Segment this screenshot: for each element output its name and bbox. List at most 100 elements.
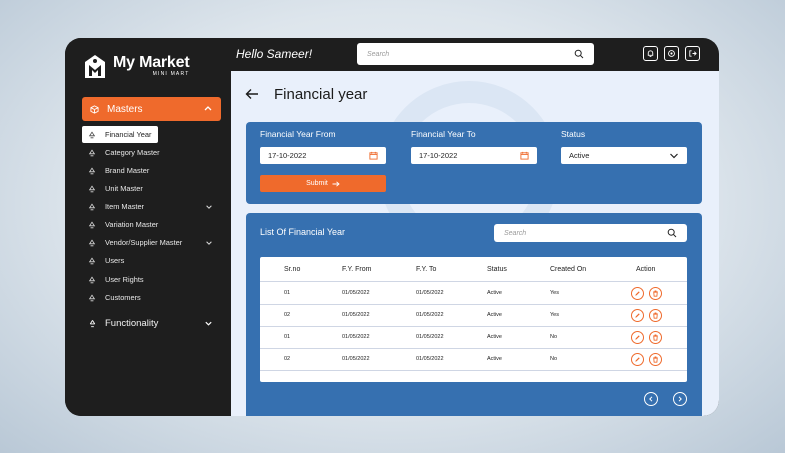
table-row: 02 01/05/2022 01/05/2022 Active No <box>260 349 687 371</box>
prev-page-button[interactable] <box>644 392 658 406</box>
logo-subtitle: MINI MART <box>152 70 190 77</box>
search-icon[interactable] <box>667 228 677 238</box>
trash-icon <box>653 356 658 363</box>
recycle-icon <box>89 319 96 327</box>
recycle-icon <box>88 184 96 192</box>
recycle-icon <box>88 130 96 138</box>
logo-mark-icon <box>81 52 109 80</box>
sidebar-item[interactable]: Unit Master <box>82 180 221 197</box>
logout-icon[interactable] <box>685 46 700 61</box>
table-cell-to: 01/05/2022 <box>416 356 444 362</box>
table-cell-srno: 02 <box>284 356 291 362</box>
list-search-input[interactable]: Search <box>494 224 687 242</box>
table-cell-to: 01/05/2022 <box>416 312 444 318</box>
logo: My Market MINI MART <box>81 52 190 80</box>
table-row: 02 01/05/2022 01/05/2022 Active Yes <box>260 305 687 327</box>
sidebar-item-label: Financial Year <box>105 130 152 139</box>
delete-button[interactable] <box>649 353 662 366</box>
sidebar-item-label: Unit Master <box>105 184 143 193</box>
edit-button[interactable] <box>631 309 644 322</box>
back-arrow-icon[interactable] <box>245 88 259 100</box>
financial-year-list: List Of Financial Year Search Sr.no F.Y.… <box>246 213 702 416</box>
table-cell-from: 01/05/2022 <box>342 312 370 318</box>
sidebar-item-label: Vendor/Supplier Master <box>105 238 183 247</box>
main-content: Financial year Financial Year From 17-10… <box>231 71 719 416</box>
table-cell-srno: 01 <box>284 334 291 340</box>
recycle-icon <box>88 202 96 210</box>
edit-button[interactable] <box>631 331 644 344</box>
next-page-button[interactable] <box>673 392 687 406</box>
sidebar-item[interactable]: User Rights <box>82 271 221 288</box>
table-cell-created: Yes <box>550 312 559 318</box>
submit-label: Submit <box>306 180 328 187</box>
recycle-icon <box>88 275 96 283</box>
sidebar-item-label: Item Master <box>105 202 145 211</box>
sidebar-item[interactable]: Vendor/Supplier Master <box>82 234 221 251</box>
chevron-left-icon <box>649 396 653 402</box>
sidebar-item[interactable]: Brand Master <box>82 162 221 179</box>
table-cell-created: No <box>550 356 558 362</box>
pencil-icon <box>635 357 640 362</box>
delete-button[interactable] <box>649 287 662 300</box>
sidebar-item[interactable]: Item Master <box>82 198 221 215</box>
table-cell-srno: 02 <box>284 312 291 318</box>
sidebar-item-label: Users <box>105 256 125 265</box>
pencil-icon <box>635 313 640 318</box>
box-icon <box>90 104 99 114</box>
table-cell-status: Active <box>487 312 502 318</box>
calendar-icon[interactable] <box>520 151 529 160</box>
trash-icon <box>653 290 658 297</box>
to-label: Financial Year To <box>411 129 476 139</box>
settings-icon[interactable] <box>664 46 679 61</box>
sidebar-item[interactable]: Users <box>82 252 221 269</box>
column-header: Created On <box>550 266 587 273</box>
status-select[interactable]: Active <box>561 147 687 164</box>
financial-year-table: Sr.no F.Y. From F.Y. To Status Created O… <box>260 257 687 382</box>
table-cell-to: 01/05/2022 <box>416 334 444 340</box>
from-date-value: 17-10-2022 <box>268 151 307 160</box>
recycle-icon <box>88 256 96 264</box>
from-date-input[interactable]: 17-10-2022 <box>260 147 386 164</box>
calendar-icon[interactable] <box>369 151 378 160</box>
search-placeholder: Search <box>504 229 527 237</box>
arrow-right-icon <box>332 180 340 187</box>
chevron-right-icon <box>678 396 682 402</box>
table-cell-from: 01/05/2022 <box>342 356 370 362</box>
recycle-icon <box>88 148 96 156</box>
from-label: Financial Year From <box>260 129 336 139</box>
logo-title: My Market <box>113 53 190 71</box>
bell-icon[interactable] <box>643 46 658 61</box>
submit-button[interactable]: Submit <box>260 175 386 192</box>
sidebar-item[interactable]: Variation Master <box>82 216 221 233</box>
sidebar-section-functionality[interactable]: Functionality <box>82 314 221 332</box>
edit-button[interactable] <box>631 287 644 300</box>
table-cell-to: 01/05/2022 <box>416 290 444 296</box>
edit-button[interactable] <box>631 353 644 366</box>
column-header: F.Y. To <box>416 266 437 273</box>
financial-year-form: Financial Year From 17-10-2022 Financial… <box>246 122 702 204</box>
delete-button[interactable] <box>649 309 662 322</box>
page-title: Financial year <box>274 86 368 103</box>
delete-button[interactable] <box>649 331 662 344</box>
sidebar-item-label: Category Master <box>105 148 160 157</box>
sidebar-item-label: Variation Master <box>105 220 159 229</box>
trash-icon <box>653 334 658 341</box>
chevron-up-icon <box>204 106 212 111</box>
sidebar-item[interactable]: Financial Year <box>82 126 158 143</box>
to-date-input[interactable]: 17-10-2022 <box>411 147 537 164</box>
greeting: Hello Sameer! <box>236 47 313 61</box>
sidebar-item-label: User Rights <box>105 275 144 284</box>
sidebar-item[interactable]: Customers <box>82 289 221 306</box>
sidebar-item-label: Brand Master <box>105 166 150 175</box>
search-icon[interactable] <box>574 49 584 59</box>
sidebar: My Market MINI MART Masters Financial Ye… <box>65 38 230 416</box>
pencil-icon <box>635 335 640 340</box>
column-header: Action <box>636 266 656 273</box>
table-cell-created: Yes <box>550 290 559 296</box>
global-search-input[interactable]: Search <box>357 43 594 65</box>
recycle-icon <box>88 238 96 246</box>
sidebar-item[interactable]: Category Master <box>82 144 221 161</box>
column-header: Status <box>487 266 507 273</box>
sidebar-section-masters[interactable]: Masters <box>82 97 221 121</box>
chevron-down-icon <box>205 321 212 326</box>
